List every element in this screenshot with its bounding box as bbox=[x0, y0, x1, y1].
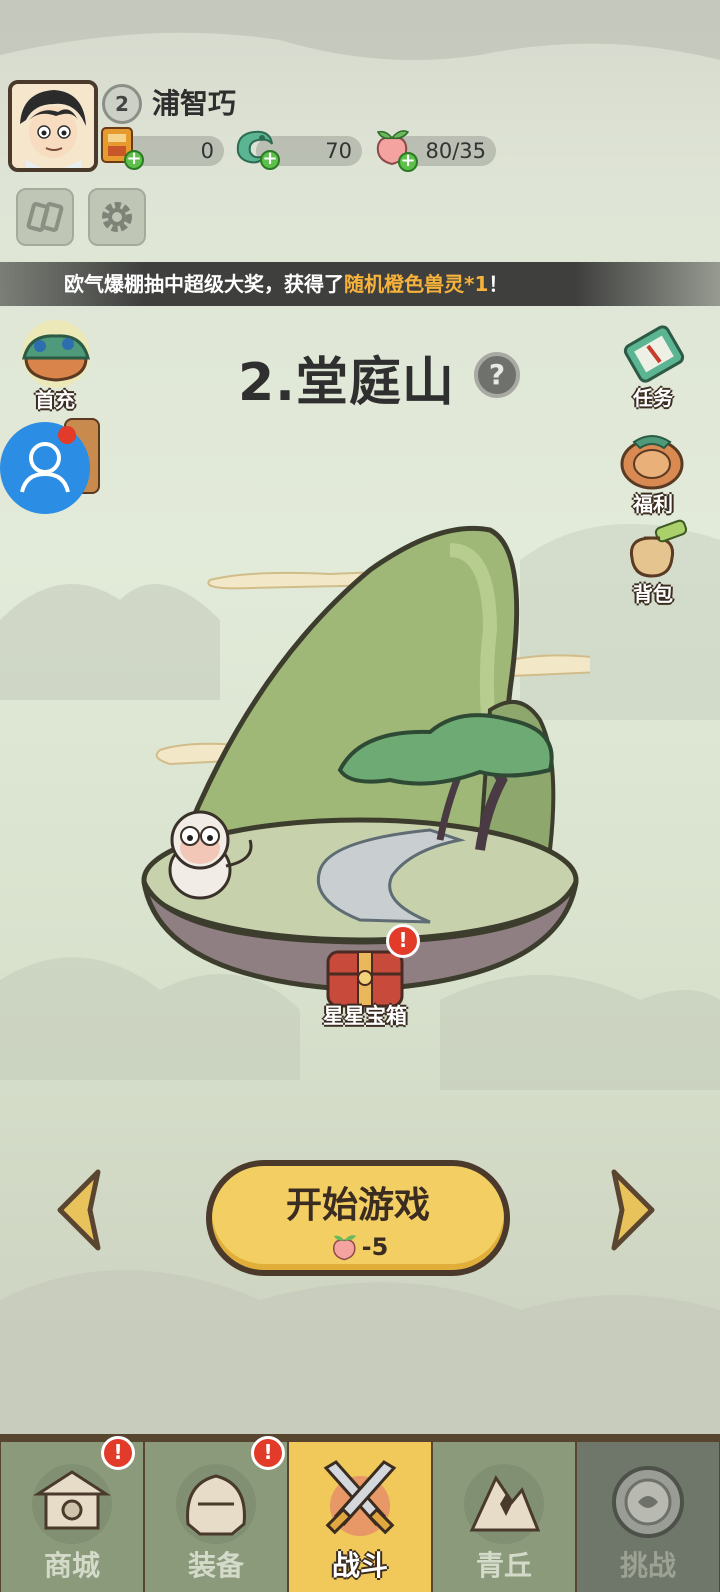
drum-icon bbox=[620, 435, 684, 490]
pagoda-shop-icon bbox=[32, 1464, 112, 1544]
start-game-button[interactable]: 开始游戏 -5 bbox=[206, 1160, 510, 1276]
backpack-label: 背包 bbox=[633, 582, 673, 606]
jade-add-button[interactable]: + bbox=[232, 122, 280, 170]
ticket-add-button[interactable]: + bbox=[96, 122, 144, 170]
peach-count: 80/35 bbox=[425, 139, 486, 163]
avatar-portrait-icon bbox=[12, 84, 94, 168]
tasks-label: 任务 bbox=[633, 386, 673, 410]
star-chest-label: 星星宝箱 bbox=[323, 1004, 407, 1028]
nav-label-equipment: 装备 bbox=[187, 1549, 244, 1582]
settings-button[interactable] bbox=[88, 188, 146, 246]
gear-icon bbox=[102, 202, 132, 232]
start-game-label: 开始游戏 bbox=[285, 1185, 430, 1226]
nav-label-shop: 商城 bbox=[43, 1549, 100, 1582]
scroll-icon bbox=[623, 325, 685, 383]
marquee-prefix: 欧气爆棚抽中超级大奖，获得了 bbox=[64, 272, 344, 296]
backpack-button[interactable]: 背包 bbox=[608, 518, 698, 606]
announcement-marquee: 欧气爆棚抽中超级大奖，获得了随机橙色兽灵*1！ bbox=[0, 262, 720, 306]
plus-icon: + bbox=[398, 152, 418, 172]
player-avatar[interactable] bbox=[8, 80, 98, 172]
user-notification-dot bbox=[58, 426, 76, 444]
stage-title: 2.堂庭山 bbox=[238, 353, 455, 413]
nav-tab-battle[interactable]: 战斗 bbox=[289, 1442, 431, 1592]
player-level-badge: 2 bbox=[102, 84, 142, 124]
cards-icon bbox=[26, 202, 64, 232]
mountain-icon bbox=[464, 1464, 544, 1544]
ticket-count: 0 bbox=[200, 139, 214, 163]
next-stage-arrow-icon[interactable] bbox=[608, 1168, 658, 1252]
welfare-label: 福利 bbox=[633, 492, 673, 516]
first-recharge-button[interactable]: 首充 bbox=[10, 318, 102, 412]
locked-orb-icon bbox=[612, 1466, 684, 1538]
first-recharge-label: 首充 bbox=[35, 388, 75, 412]
marquee-highlight: 随机橙色兽灵*1 bbox=[344, 272, 489, 296]
nav-tab-equipment[interactable]: 装备 ! bbox=[145, 1436, 287, 1592]
tasks-button[interactable]: 任务 bbox=[608, 322, 698, 410]
start-game-cost: -5 bbox=[361, 1233, 389, 1261]
nav-label-battle: 战斗 bbox=[331, 1549, 388, 1582]
cards-button[interactable] bbox=[16, 188, 74, 246]
crossed-swords-icon bbox=[323, 1460, 397, 1536]
prev-stage-arrow-icon[interactable] bbox=[54, 1168, 104, 1252]
nav-tab-shop[interactable]: 商城 ! bbox=[1, 1436, 143, 1592]
chest-alert-badge: ! bbox=[386, 924, 420, 958]
plus-icon: + bbox=[260, 150, 280, 170]
jade-count: 70 bbox=[325, 139, 352, 163]
help-icon[interactable]: ? bbox=[474, 352, 520, 398]
nav-label-challenge: 挑战 bbox=[619, 1549, 676, 1582]
player-name: 浦智巧 bbox=[152, 87, 237, 120]
bag-icon bbox=[629, 519, 688, 578]
plus-icon: + bbox=[124, 150, 144, 170]
user-icon bbox=[20, 442, 70, 493]
welfare-button[interactable]: 福利 bbox=[608, 428, 698, 516]
equipment-alert-badge: ! bbox=[251, 1436, 285, 1470]
peach-add-button[interactable]: + bbox=[370, 124, 418, 172]
bottom-navigation: 商城 ! 装备 ! 战斗 青丘 挑战 bbox=[0, 1434, 720, 1592]
peach-icon bbox=[332, 1235, 356, 1261]
user-floating-button[interactable] bbox=[0, 422, 90, 514]
shop-alert-badge: ! bbox=[101, 1436, 135, 1470]
helmet-icon bbox=[176, 1464, 256, 1544]
nav-tab-challenge[interactable]: 挑战 bbox=[577, 1442, 719, 1592]
nav-label-qingqiu: 青丘 bbox=[475, 1549, 532, 1582]
marquee-suffix: ！ bbox=[488, 272, 509, 296]
nav-tab-qingqiu[interactable]: 青丘 bbox=[433, 1442, 575, 1592]
treasure-pot-icon bbox=[22, 320, 90, 388]
